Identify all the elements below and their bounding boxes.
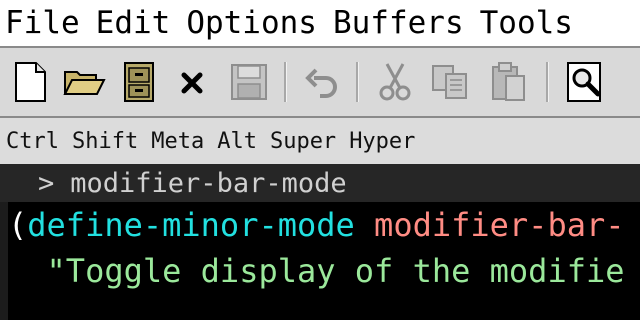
copy-icon <box>432 65 467 99</box>
paste-button[interactable] <box>486 60 530 104</box>
header-line: > modifier-bar-mode <box>0 164 640 202</box>
undo-icon <box>305 68 337 98</box>
menu-edit[interactable]: Edit <box>96 0 171 46</box>
menu-file[interactable]: File <box>5 0 80 46</box>
search-icon <box>567 62 601 102</box>
save-icon <box>231 64 267 100</box>
code-line-1: (define-minor-mode modifier-bar- <box>8 202 625 248</box>
undo-button[interactable] <box>300 60 344 104</box>
toolbar-separator <box>546 62 549 102</box>
close-buffer-icon <box>181 72 203 94</box>
menu-bar: File Edit Options Buffers Tools <box>0 0 640 46</box>
docstring: "Toggle display of the modifie <box>46 252 625 290</box>
toolbar <box>0 46 640 118</box>
function-name: modifier-bar- <box>374 206 625 244</box>
modifier-bar: Ctrl Shift Meta Alt Super Hyper <box>0 118 640 164</box>
copy-button[interactable] <box>428 60 472 104</box>
modifier-hyper[interactable]: Hyper <box>349 129 415 154</box>
close-buffer-button[interactable] <box>170 60 214 104</box>
toolbar-separator <box>356 62 359 102</box>
keyword: define-minor-mode <box>27 206 355 244</box>
paste-icon <box>492 62 525 101</box>
open-file-button[interactable] <box>62 60 106 104</box>
open-paren: ( <box>8 206 28 244</box>
dired-button[interactable] <box>117 60 161 104</box>
modifier-meta[interactable]: Meta <box>151 129 204 154</box>
menu-tools[interactable]: Tools <box>480 0 573 46</box>
buffer-text-area[interactable]: (define-minor-mode modifier-bar- "Toggle… <box>0 202 640 320</box>
toolbar-separator <box>284 62 287 102</box>
save-button[interactable] <box>227 60 271 104</box>
code-line-2: "Toggle display of the modifie <box>8 248 625 294</box>
modifier-super[interactable]: Super <box>270 129 336 154</box>
left-fringe <box>0 202 8 320</box>
open-folder-icon <box>63 71 106 95</box>
header-prompt: > <box>38 167 55 199</box>
new-file-icon <box>15 62 46 102</box>
new-file-button[interactable] <box>8 60 52 104</box>
menu-buffers[interactable]: Buffers <box>333 0 464 46</box>
cut-button[interactable] <box>373 60 417 104</box>
menu-options[interactable]: Options <box>186 0 317 46</box>
search-button[interactable] <box>564 60 608 104</box>
modifier-ctrl[interactable]: Ctrl <box>6 129 59 154</box>
header-symbol-name: modifier-bar-mode <box>70 167 347 199</box>
modifier-alt[interactable]: Alt <box>217 129 257 154</box>
modifier-shift[interactable]: Shift <box>72 129 138 154</box>
cut-icon <box>379 63 411 101</box>
dired-cabinet-icon <box>124 62 154 102</box>
